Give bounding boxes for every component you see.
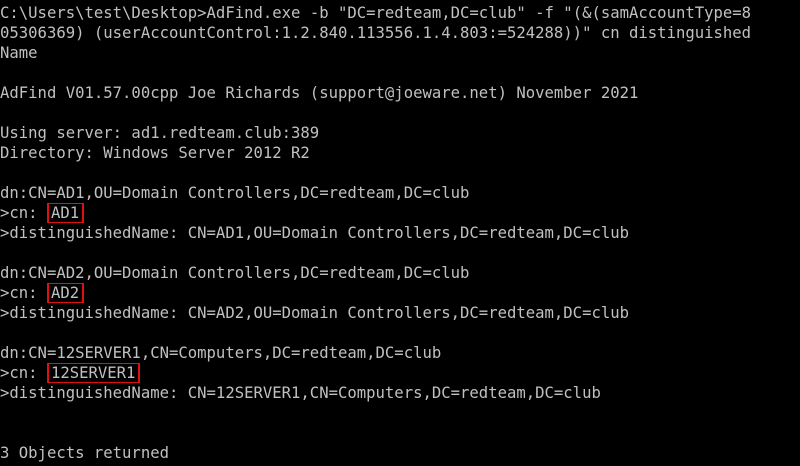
cn-prefix: >cn: [0,364,47,382]
directory-line: Directory: Windows Server 2012 R2 [0,144,310,162]
server-line: Using server: ad1.redteam.club:389 [0,124,320,142]
banner-text: AdFind V01.57.00cpp Joe Richards (suppor… [0,84,639,102]
result-dn: dn:CN=AD2,OU=Domain Controllers,DC=redte… [0,264,470,282]
result-dn: dn:CN=AD1,OU=Domain Controllers,DC=redte… [0,184,470,202]
result-distinguished-name: >distinguishedName: CN=AD2,OU=Domain Con… [0,304,630,322]
cn-prefix: >cn: [0,204,47,222]
result-cn: >cn: AD2 [0,283,800,303]
command-text: AdFind.exe -b "DC=redteam,DC=club" -f "(… [206,4,752,22]
command-line: C:\Users\test\Desktop>AdFind.exe -b "DC=… [0,3,800,23]
cn-highlight-box: AD2 [46,283,85,303]
cn-highlight-box: 12SERVER1 [46,363,141,383]
result-distinguished-name: >distinguishedName: CN=12SERVER1,CN=Comp… [0,384,601,402]
prompt: C:\Users\test\Desktop> [0,4,207,22]
result-dn: dn:CN=12SERVER1,CN=Computers,DC=redteam,… [0,344,442,362]
result-cn: >cn: AD1 [0,203,800,223]
command-line-continued: 05306369) (userAccountControl:1.2.840.11… [0,24,752,42]
summary-text: 3 Objects returned [0,444,169,462]
console-window[interactable]: C:\Users\test\Desktop>AdFind.exe -b "DC=… [0,0,800,466]
command-line-continued: Name [0,44,38,62]
cn-prefix: >cn: [0,284,47,302]
result-distinguished-name: >distinguishedName: CN=AD1,OU=Domain Con… [0,224,630,242]
result-cn: >cn: 12SERVER1 [0,363,800,383]
cn-highlight-box: AD1 [46,203,85,223]
